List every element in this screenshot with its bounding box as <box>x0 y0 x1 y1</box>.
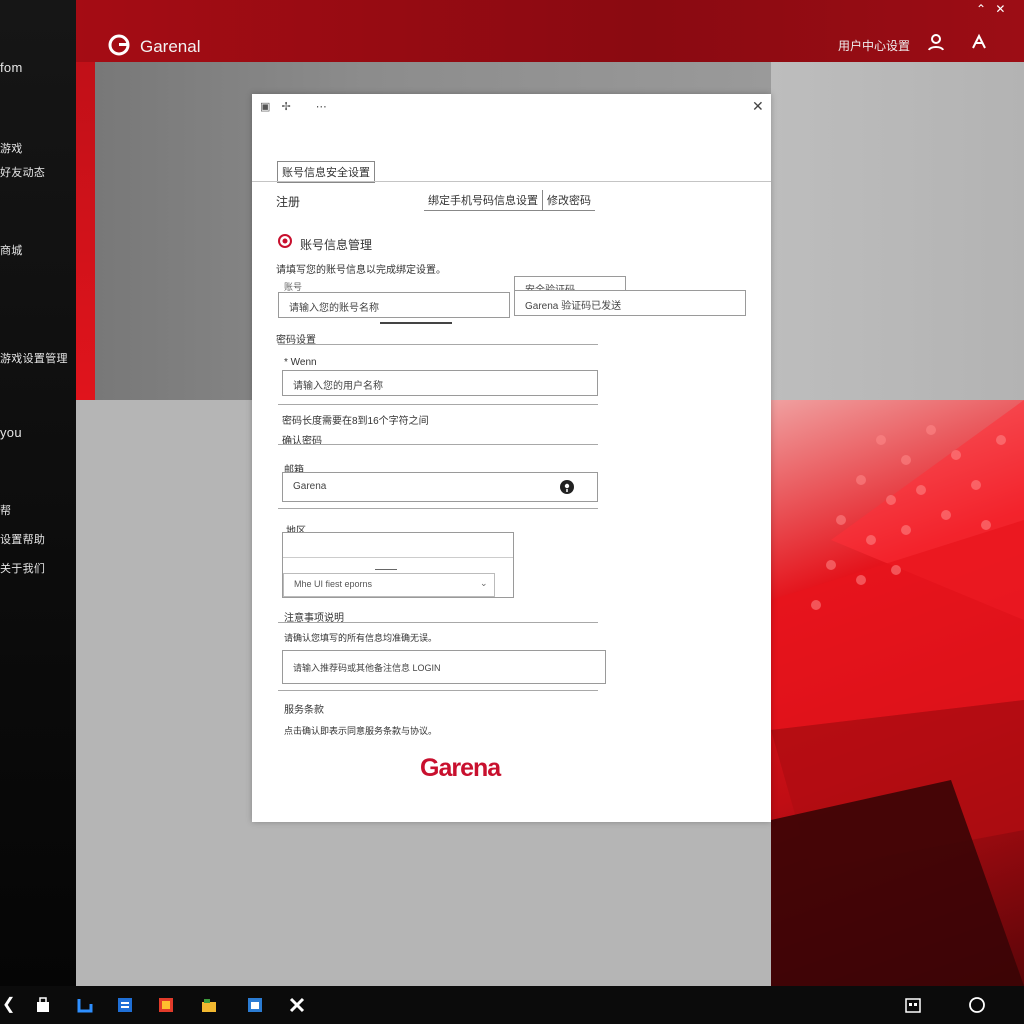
sidebar-item-label: 游戏 <box>0 143 23 155</box>
dialog-toolbar: ▣ ✢ ⋯ <box>260 100 327 113</box>
email-input-value: Garena <box>293 481 327 492</box>
username-input[interactable]: 请输入您的用户名称 <box>282 370 598 396</box>
email-input[interactable]: Garena <box>282 472 598 502</box>
account-section-desc: 请填写您的账号信息以完成绑定设置。 <box>276 265 446 276</box>
dash-separator <box>380 322 452 324</box>
files-icon[interactable] <box>200 996 218 1014</box>
accent-strip <box>76 62 95 400</box>
sidebar-item-label: 商城 <box>0 245 23 257</box>
sidebar-item-1[interactable]: fom <box>0 60 74 75</box>
close-icon[interactable]: ✕ <box>752 98 764 115</box>
sidebar-item-6[interactable]: you <box>0 425 74 440</box>
calendar-icon[interactable] <box>904 996 922 1014</box>
tab-bind-phone[interactable]: 绑定手机号码信息设置 <box>424 190 542 211</box>
tab-change-password[interactable]: 修改密码 <box>542 190 595 211</box>
sidebar-item-label: 关于我们 <box>0 563 46 575</box>
tab-account-security[interactable]: 账号信息安全设置 <box>277 161 375 183</box>
divider <box>278 444 598 445</box>
window-controls: ⌃ ✕ <box>976 2 1005 16</box>
profile-icon[interactable] <box>925 32 947 54</box>
divider <box>278 622 598 623</box>
registration-dialog: ▣ ✢ ⋯ ✕ 账号信息安全设置 注册 绑定手机号码信息设置 修改密码 账号信息… <box>252 94 771 822</box>
visibility-icon[interactable] <box>559 479 575 495</box>
sidebar-item-label: 帮 <box>0 505 12 517</box>
left-sidebar: fom 游戏 好友动态 商城 游戏设置管理 you 帮 设置帮助 关于我们 <box>0 0 76 986</box>
divider <box>283 557 513 558</box>
content-backdrop-right <box>771 62 1024 400</box>
divider <box>278 508 598 509</box>
tools-icon[interactable] <box>288 996 306 1014</box>
verify-code-value: Garena 验证码已发送 <box>525 301 622 312</box>
garena-logo-icon <box>108 34 130 56</box>
notice-text: 请确认您填写的所有信息均准确无误。 <box>284 633 438 643</box>
sidebar-item-4[interactable]: 商城 <box>0 242 74 258</box>
divider <box>278 690 598 691</box>
more-icon[interactable]: ⋯ <box>316 101 327 113</box>
dash-separator <box>375 569 397 570</box>
region-dropdown[interactable]: Mhe UI fiest eporns ⌄ <box>283 573 495 597</box>
verify-code-input[interactable]: Garena 验证码已发送 <box>514 290 746 316</box>
store-icon[interactable] <box>34 996 52 1014</box>
name-label: * Wenn <box>284 357 317 368</box>
settings-icon[interactable] <box>968 32 990 54</box>
user-center-link[interactable]: 用户中心设置 <box>838 37 910 54</box>
garena-badge-icon <box>278 234 292 248</box>
back-icon[interactable]: ❮ <box>2 996 20 1014</box>
password-hint: 密码长度需要在8到16个字符之间 <box>282 416 429 427</box>
sidebar-item-3[interactable]: 好友动态 <box>0 164 74 180</box>
close-window-icon[interactable]: ✕ <box>995 2 1005 16</box>
name-label-text: Wenn <box>290 357 317 368</box>
taskbar: ❮ <box>0 986 1024 1024</box>
promo-artwork <box>771 400 1024 986</box>
divider <box>252 181 771 182</box>
circle-icon[interactable] <box>968 996 986 1014</box>
referral-input[interactable]: 请输入推荐码或其他备注信息 LOGIN <box>282 650 606 684</box>
folder-icon[interactable] <box>76 996 94 1014</box>
sidebar-item-label: fom <box>0 60 23 75</box>
region-dropdown-value: Mhe UI fiest eporns <box>294 579 373 589</box>
divider <box>278 404 598 405</box>
divider <box>278 344 598 345</box>
browser-icon[interactable] <box>246 996 264 1014</box>
pin-icon[interactable]: ✢ <box>281 101 290 113</box>
sidebar-item-label: 游戏设置管理 <box>0 353 68 365</box>
sidebar-item-7[interactable]: 帮 <box>0 502 74 518</box>
sidebar-item-9[interactable]: 关于我们 <box>0 560 74 576</box>
account-section-title: 账号信息管理 <box>300 238 373 252</box>
minimize-icon[interactable]: ⌃ <box>976 2 986 16</box>
sidebar-item-2[interactable]: 游戏 <box>0 140 74 156</box>
sidebar-item-8[interactable]: 设置帮助 <box>0 531 74 547</box>
chevron-down-icon: ⌄ <box>480 578 488 588</box>
game-app-icon[interactable] <box>157 996 175 1014</box>
terms-title: 服务条款 <box>284 705 324 716</box>
sidebar-item-label: you <box>0 425 22 440</box>
sidebar-item-label: 设置帮助 <box>0 534 46 546</box>
region-panel: Mhe UI fiest eporns ⌄ <box>282 532 514 598</box>
section-label: 注册 <box>276 195 301 209</box>
account-input-value: 请输入您的账号名称 <box>289 303 379 314</box>
garena-brand-logo: Garena <box>420 754 501 782</box>
referral-input-value: 请输入推荐码或其他备注信息 LOGIN <box>293 663 441 673</box>
sidebar-item-label: 好友动态 <box>0 167 46 179</box>
account-input[interactable]: 请输入您的账号名称 <box>278 292 510 318</box>
document-icon[interactable] <box>116 996 134 1014</box>
app-title: Garenal <box>140 37 201 56</box>
username-input-value: 请输入您的用户名称 <box>293 381 383 392</box>
sidebar-item-5[interactable]: 游戏设置管理 <box>0 350 74 366</box>
copy-icon[interactable]: ▣ <box>260 101 270 113</box>
terms-text: 点击确认即表示同意服务条款与协议。 <box>284 726 438 736</box>
